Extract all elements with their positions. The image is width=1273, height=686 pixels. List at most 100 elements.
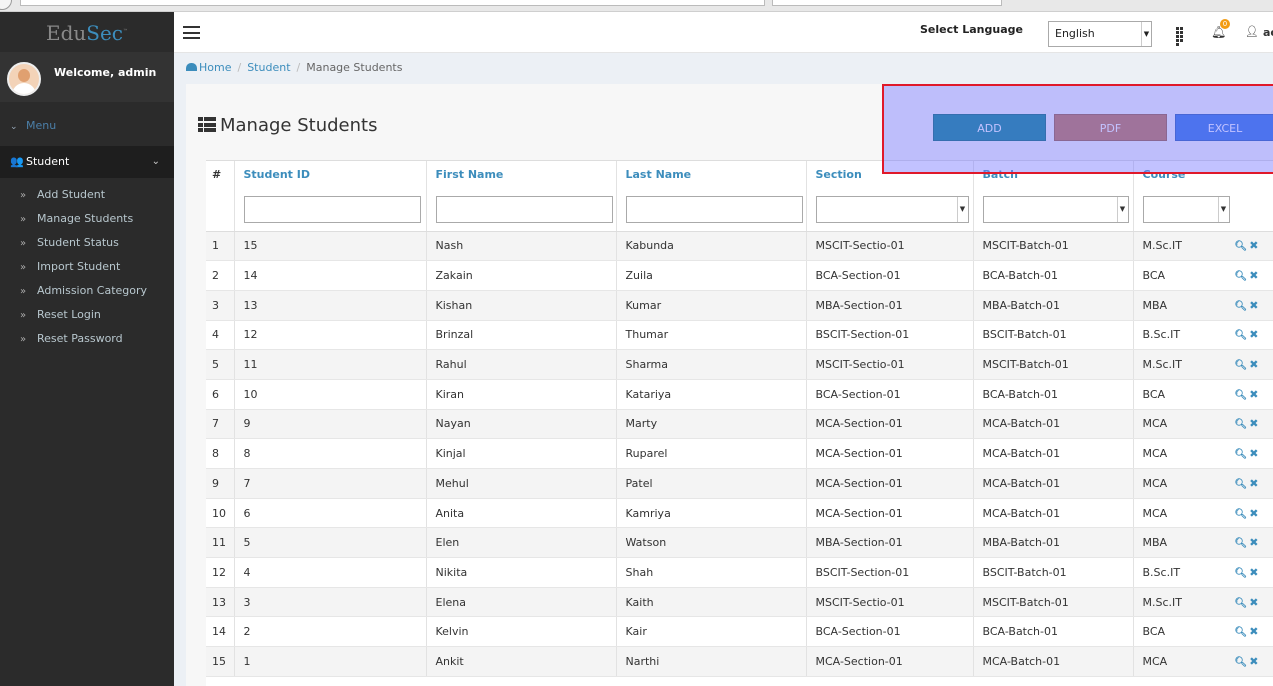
breadcrumb-student[interactable]: Student [247,61,290,74]
cell-batch: BCA-Batch-01 [973,260,1134,291]
cell-first-name: Rahul [426,349,617,380]
search-icon[interactable]: 🔍︎ [1235,538,1248,549]
search-icon[interactable]: 🔍︎ [1235,568,1248,579]
close-icon[interactable]: ✖ [1249,328,1258,341]
page-title: Manage Students [198,115,377,136]
close-icon[interactable]: ✖ [1249,417,1258,430]
apps-grid-icon[interactable] [1176,27,1187,46]
sidebar-item-admission-category[interactable]: » Admission Category [0,279,174,303]
cell-first-name: Ankit [426,646,617,677]
sidebar-item-student-status[interactable]: » Student Status [0,231,174,255]
browser-address-bar[interactable] [20,0,765,6]
logo[interactable]: EduSec™ [0,12,174,52]
cell-section: MCA-Section-01 [806,468,974,499]
sidebar-item-reset-password[interactable]: » Reset Password [0,327,174,351]
cell-batch: MCA-Batch-01 [973,646,1134,677]
search-icon[interactable]: 🔍︎ [1235,627,1248,638]
col-header-course[interactable]: Course ▼ [1133,161,1273,232]
search-icon[interactable]: 🔍︎ [1235,301,1248,312]
cell-student-id: 7 [234,468,427,499]
sidebar-item-import-student[interactable]: » Import Student [0,255,174,279]
search-icon[interactable]: 🔍︎ [1235,360,1248,371]
cell-section: MSCIT-Sectio-01 [806,349,974,380]
search-icon[interactable]: 🔍︎ [1235,390,1248,401]
cell-last-name: Watson [616,527,807,559]
cell-batch: BCA-Batch-01 [973,379,1134,410]
close-icon[interactable]: ✖ [1249,239,1258,252]
search-icon[interactable]: 🔍︎ [1235,598,1248,609]
close-icon[interactable]: ✖ [1249,388,1258,401]
batch-filter-select[interactable]: ▼ [982,196,1129,223]
close-icon[interactable]: ✖ [1249,655,1258,668]
cell-batch: MBA-Batch-01 [973,527,1134,559]
breadcrumb-home[interactable]: Home [199,61,231,74]
search-icon[interactable]: 🔍︎ [1235,330,1248,341]
table-row: 13 3 Elena Kaith MSCIT-Sectio-01 MSCIT-Batch-… [206,587,1273,618]
close-icon[interactable]: ✖ [1249,625,1258,638]
add-button[interactable]: ADD [933,114,1046,141]
cell-first-name: Nikita [426,557,617,588]
cell-section: MBA-Section-01 [806,290,974,321]
cell-last-name: Shah [616,557,807,588]
search-icon[interactable]: 🔍︎ [1235,241,1248,252]
close-icon[interactable]: ✖ [1249,477,1258,490]
search-icon[interactable]: 🔍︎ [1235,271,1248,282]
search-icon[interactable]: 🔍︎ [1235,419,1248,430]
course-value: MCA [1142,476,1168,490]
sidebar-item-add-student[interactable]: » Add Student [0,183,174,207]
last-name-filter-input[interactable] [625,196,803,223]
course-value: B.Sc.IT [1142,328,1181,342]
user-menu-label[interactable]: ac [1263,26,1273,39]
table-row: 8 8 Kinjal Ruparel MCA-Section-01 MCA-Batch-0… [206,438,1273,469]
table-row: 2 14 Zakain Zuila BCA-Section-01 BCA-Batch-01… [206,260,1273,291]
search-icon[interactable]: 🔍︎ [1235,449,1248,460]
cell-batch: MBA-Batch-01 [973,290,1134,321]
pdf-button[interactable]: PDF [1054,114,1167,141]
sidebar-item-manage-students[interactable]: » Manage Students [0,207,174,231]
hamburger-menu-icon[interactable] [183,26,200,39]
row-index: 9 [206,468,235,499]
close-icon[interactable]: ✖ [1249,269,1258,282]
cell-last-name: Sharma [616,349,807,380]
first-name-filter-input[interactable] [435,196,613,223]
cell-section: BSCIT-Section-01 [806,320,974,351]
double-chevron-right-icon: » [20,286,27,297]
row-index: 6 [206,379,235,410]
close-icon[interactable]: ✖ [1249,358,1258,371]
search-icon[interactable]: 🔍︎ [1235,657,1248,668]
row-index: 13 [206,587,235,618]
col-header-student-id[interactable]: Student ID [234,161,427,232]
section-filter-select[interactable]: ▼ [815,196,969,223]
close-icon[interactable]: ✖ [1249,299,1258,312]
menu-header[interactable]: ⌄ Menu [0,114,174,138]
cell-section: MSCIT-Sectio-01 [806,587,974,618]
search-icon[interactable]: 🔍︎ [1235,509,1248,520]
row-index: 12 [206,557,235,588]
cell-student-id: 12 [234,320,427,351]
close-icon[interactable]: ✖ [1249,566,1258,579]
user-icon[interactable]: 👤︎ [1245,25,1259,38]
close-icon[interactable]: ✖ [1249,536,1258,549]
col-header-last-name[interactable]: Last Name [616,161,807,232]
col-header-batch[interactable]: Batch ▼ [973,161,1134,232]
cell-student-id: 13 [234,290,427,321]
cell-student-id: 9 [234,409,427,440]
dropdown-arrow-icon: ▼ [1116,197,1128,222]
col-header-section[interactable]: Section ▼ [806,161,974,232]
row-actions: 🔍︎ ✖ [1235,328,1259,341]
close-icon[interactable]: ✖ [1249,447,1258,460]
browser-search-bar[interactable] [772,0,1002,6]
sidebar-item-reset-login[interactable]: » Reset Login [0,303,174,327]
col-header-first-name[interactable]: First Name [426,161,617,232]
excel-button[interactable]: EXCEL [1175,114,1273,141]
search-icon[interactable]: 🔍︎ [1235,479,1248,490]
course-filter-select[interactable]: ▼ [1142,196,1230,223]
row-actions: 🔍︎ ✖ [1235,447,1259,460]
language-select[interactable]: English ▼ [1048,21,1152,47]
sidebar-item-student[interactable]: 👥 Student ⌄ [0,146,174,178]
course-value: M.Sc.IT [1142,358,1182,372]
student-id-filter-input[interactable] [243,196,421,223]
close-icon[interactable]: ✖ [1249,507,1258,520]
close-icon[interactable]: ✖ [1249,596,1258,609]
browser-back-button[interactable] [0,0,12,10]
